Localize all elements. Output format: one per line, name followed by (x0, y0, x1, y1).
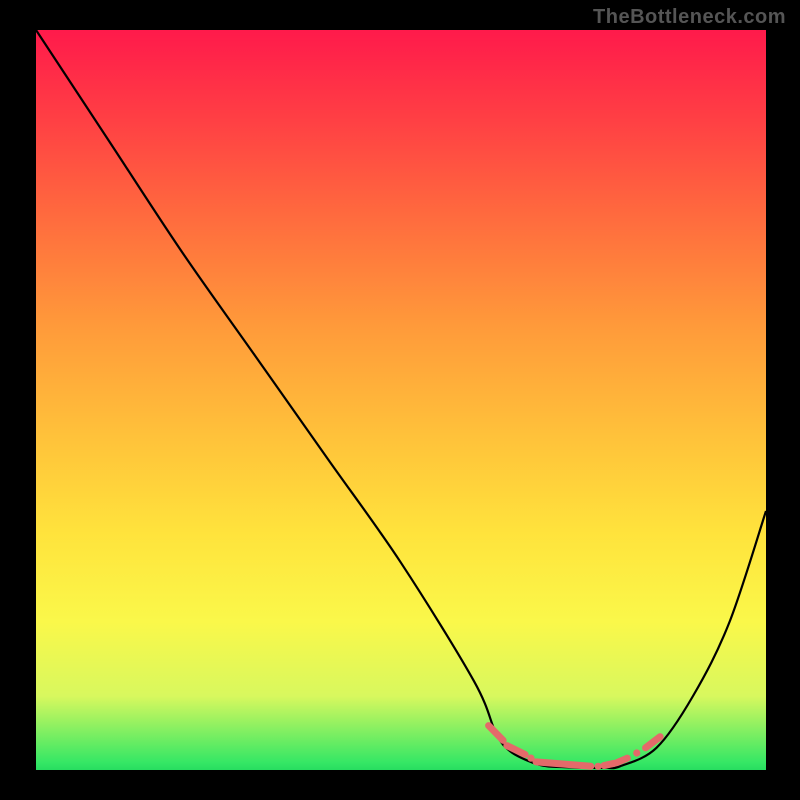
highlight-segment (536, 762, 591, 766)
chart-svg (36, 30, 766, 770)
highlight-segment (604, 763, 614, 765)
chart-frame: TheBottleneck.com (0, 0, 800, 800)
main-curve (36, 30, 766, 768)
highlight-dot (595, 763, 602, 770)
highlight-group (489, 726, 661, 770)
highlight-segment (617, 758, 627, 762)
watermark-text: TheBottleneck.com (593, 6, 786, 29)
plot-area (36, 30, 766, 770)
highlight-segment (489, 726, 504, 741)
highlight-dot (633, 749, 640, 756)
highlight-segment (507, 746, 525, 755)
highlight-dot (527, 755, 534, 762)
